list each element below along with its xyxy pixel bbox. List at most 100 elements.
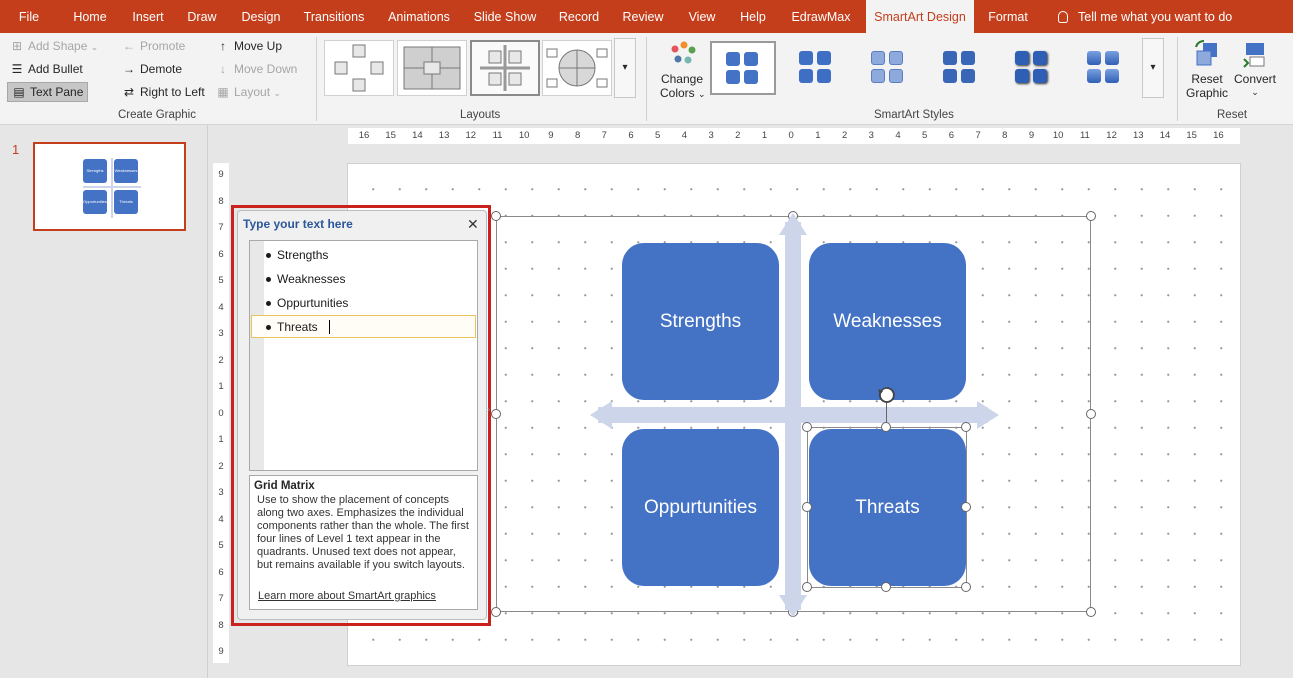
- ruler-mark: 1: [815, 130, 821, 141]
- chevron-down-icon: ▾: [622, 62, 628, 73]
- ruler-mark: 16: [358, 130, 370, 141]
- ruler-mark: 9: [548, 130, 554, 141]
- arrow-left-icon: ←: [123, 39, 135, 53]
- chevron-down-icon: ▾: [1150, 62, 1156, 73]
- ruler-mark: 5: [218, 275, 224, 286]
- list-item[interactable]: Weaknesses: [265, 272, 345, 286]
- ruler-mark: 4: [895, 130, 901, 141]
- layout-thumbnail-cycle[interactable]: [542, 40, 612, 96]
- ruler-mark: 5: [655, 130, 661, 141]
- ruler-mark: 11: [1079, 130, 1090, 141]
- close-icon[interactable]: ✕: [467, 216, 479, 233]
- slide-thumbnail[interactable]: Strengths Weaknesses Oppurtunities Threa…: [33, 142, 186, 231]
- tab-record[interactable]: Record: [551, 0, 607, 33]
- reset-group-label: Reset: [1217, 109, 1248, 121]
- smartart-style-intense[interactable]: [1000, 41, 1066, 95]
- ruler-mark: 7: [975, 130, 981, 141]
- ruler-mark: 12: [1106, 130, 1117, 141]
- move-down-button[interactable]: ↓ Move Down: [216, 62, 297, 76]
- ruler-mark: 2: [218, 354, 224, 366]
- smartart-style-subtle[interactable]: [784, 41, 850, 95]
- bullet-list-icon: ☰: [11, 62, 23, 76]
- resize-handle[interactable]: [881, 582, 891, 592]
- tab-animations[interactable]: Animations: [380, 0, 458, 33]
- tab-insert[interactable]: Insert: [122, 0, 174, 33]
- layout-thumbnail-cross[interactable]: [324, 40, 394, 96]
- ruler-mark: 2: [841, 130, 848, 141]
- layout-thumbnail-grid-matrix[interactable]: [470, 40, 540, 96]
- layout-icon: ▦: [217, 85, 229, 99]
- add-shape-button[interactable]: ⊞ Add Shape ⌄: [10, 39, 98, 53]
- promote-button[interactable]: ← Promote: [122, 39, 185, 53]
- tab-view[interactable]: View: [680, 0, 724, 33]
- move-up-button[interactable]: ↑ Move Up: [216, 39, 282, 53]
- ruler-mark: 7: [218, 593, 224, 604]
- convert-button[interactable]: Convert ⌄: [1232, 39, 1278, 105]
- tab-review[interactable]: Review: [614, 0, 672, 33]
- smartart-style-flat[interactable]: [710, 41, 776, 95]
- ruler-mark: 10: [1052, 130, 1064, 141]
- resize-handle[interactable]: [961, 502, 971, 512]
- tab-edrawmax[interactable]: EdrawMax: [784, 0, 858, 33]
- ruler-mark: 14: [1159, 130, 1171, 141]
- reset-graphic-button[interactable]: Reset Graphic: [1184, 39, 1230, 105]
- layout-description-text: Use to show the placement of concepts al…: [257, 494, 469, 571]
- thumbnail-shape: Strengths: [83, 159, 107, 183]
- tab-transitions[interactable]: Transitions: [297, 0, 371, 33]
- resize-handle[interactable]: [491, 607, 501, 617]
- resize-handle[interactable]: [802, 582, 812, 592]
- tab-design[interactable]: Design: [232, 0, 290, 33]
- styles-gallery-more-button[interactable]: ▾: [1142, 38, 1164, 98]
- ruler-mark: 5: [218, 540, 224, 551]
- thumbnail-shape: Weaknesses: [114, 159, 138, 183]
- thumbnail-shape: Threats: [114, 190, 138, 214]
- text-pane-button[interactable]: ▤ Text Pane: [7, 82, 89, 102]
- resize-handle[interactable]: [1086, 607, 1096, 617]
- layout-thumbnail-center[interactable]: [397, 40, 467, 96]
- text-pane-list[interactable]: Strengths Weaknesses Oppurtunities Threa…: [249, 240, 478, 471]
- text-pane-toggle-icon[interactable]: ›: [487, 404, 495, 420]
- tab-draw[interactable]: Draw: [180, 0, 224, 33]
- demote-button[interactable]: → Demote: [122, 62, 182, 76]
- quadrant-weaknesses[interactable]: Weaknesses: [809, 243, 966, 400]
- tab-help[interactable]: Help: [731, 0, 775, 33]
- resize-handle[interactable]: [1086, 211, 1096, 221]
- ruler-mark: 4: [681, 130, 688, 141]
- tab-home[interactable]: Home: [64, 0, 116, 33]
- right-to-left-button[interactable]: ⇄ Right to Left: [122, 85, 205, 99]
- add-bullet-button[interactable]: ☰ Add Bullet: [10, 62, 83, 76]
- smartart-styles-group-label: SmartArt Styles: [874, 109, 954, 121]
- list-item[interactable]: Oppurtunities: [265, 296, 348, 310]
- ruler-mark: 7: [601, 130, 607, 141]
- quadrant-oppurtunities[interactable]: Oppurtunities: [622, 429, 779, 586]
- resize-handle[interactable]: [491, 211, 501, 221]
- resize-handle[interactable]: [1086, 409, 1096, 419]
- ruler-mark: 9: [1028, 130, 1035, 141]
- tab-slide-show[interactable]: Slide Show: [468, 0, 542, 33]
- resize-handle[interactable]: [961, 422, 971, 432]
- resize-handle[interactable]: [802, 422, 812, 432]
- layout-name: Grid Matrix: [254, 480, 315, 492]
- smartart-style-3d[interactable]: [1072, 41, 1138, 95]
- tell-me-search[interactable]: Tell me what you want to do: [1058, 0, 1232, 33]
- resize-handle[interactable]: [802, 502, 812, 512]
- change-colors-button[interactable]: Change Colors ⌄: [660, 39, 706, 105]
- smartart-style-moderate[interactable]: [928, 41, 994, 95]
- list-item[interactable]: Strengths: [265, 248, 328, 262]
- ruler-mark: 1: [218, 434, 224, 445]
- tab-smartart-design[interactable]: SmartArt Design: [866, 0, 974, 33]
- layout-button[interactable]: ▦ Layout ⌄: [216, 85, 281, 99]
- rotate-handle-icon[interactable]: [877, 385, 897, 405]
- resize-handle[interactable]: [961, 582, 971, 592]
- tab-format[interactable]: Format: [980, 0, 1036, 33]
- list-item-active[interactable]: Threats: [266, 320, 318, 334]
- resize-handle[interactable]: [881, 422, 891, 432]
- ruler-mark: 4: [218, 513, 224, 525]
- learn-more-link[interactable]: Learn more about SmartArt graphics: [258, 590, 436, 602]
- smartart-style-light[interactable]: [856, 41, 922, 95]
- tab-file[interactable]: File: [0, 0, 58, 33]
- quadrant-strengths[interactable]: Strengths: [622, 243, 779, 400]
- layouts-gallery-more-button[interactable]: ▾: [614, 38, 636, 98]
- ruler-mark: 6: [628, 130, 634, 141]
- text-cursor: [329, 320, 330, 334]
